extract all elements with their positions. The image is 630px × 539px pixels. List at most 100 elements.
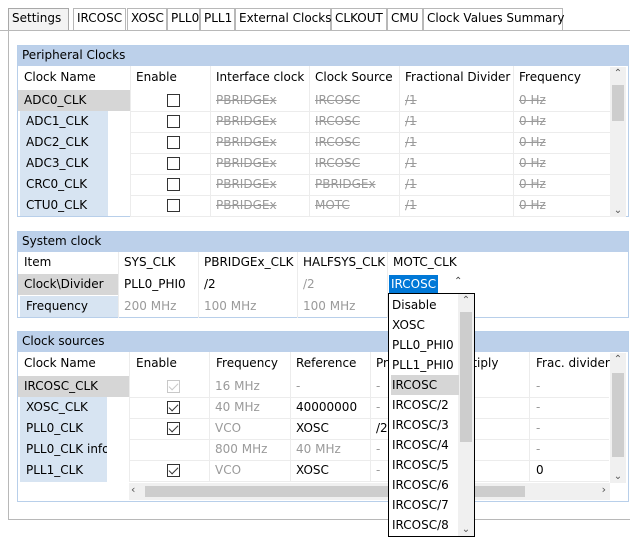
- tab-xosc[interactable]: XOSC: [127, 8, 167, 30]
- frequency-cell[interactable]: 0 Hz: [513, 195, 546, 216]
- dropdown-option[interactable]: Disable: [391, 295, 459, 315]
- clock-divider-cell[interactable]: /2: [198, 274, 216, 295]
- reference-cell[interactable]: 40 MHz: [290, 439, 341, 460]
- predivider-cell[interactable]: /2: [370, 418, 388, 439]
- enable-checkbox[interactable]: [167, 157, 180, 170]
- predivider-cell[interactable]: -: [370, 397, 380, 418]
- scroll-down-icon[interactable]: ⌄: [458, 524, 474, 535]
- reference-cell[interactable]: -: [290, 376, 300, 397]
- frequency-cell[interactable]: 0 Hz: [513, 153, 546, 174]
- clock-source-cell[interactable]: IRCOSC: [309, 111, 360, 132]
- enable-checkbox[interactable]: [167, 178, 180, 191]
- frac-divider-cell[interactable]: -: [530, 397, 540, 418]
- clock-name-cell[interactable]: CTU0_CLK: [20, 195, 108, 216]
- frac-divider-cell[interactable]: -: [530, 439, 540, 460]
- frequency-cell[interactable]: 0 Hz: [513, 90, 546, 111]
- interface-clock-cell[interactable]: PBRIDGEx: [210, 174, 277, 195]
- dropdown-option[interactable]: IRCOSC/2: [391, 395, 459, 415]
- scroll-thumb[interactable]: [612, 85, 624, 121]
- interface-clock-cell[interactable]: PBRIDGEx: [210, 195, 277, 216]
- dropdown-option[interactable]: PLL1_PHI0: [391, 355, 459, 375]
- clock-source-cell[interactable]: IRCOSC: [309, 132, 360, 153]
- dropdown-option[interactable]: IRCOSC/8: [391, 515, 459, 535]
- clock-source-cell[interactable]: MOTC: [309, 195, 350, 216]
- clock-source-cell[interactable]: IRCOSC: [309, 153, 360, 174]
- motc-clk-dropdown-list[interactable]: ⌃ ⌄ Disable XOSC PLL0_PHI0 PLL1_PHI0 IRCOSC I…: [388, 293, 475, 537]
- chevron-up-icon[interactable]: ⌃: [454, 276, 462, 287]
- frequency-cell[interactable]: 0 Hz: [513, 132, 546, 153]
- frac-divider-cell[interactable]: 0: [530, 460, 544, 481]
- fractional-divider-cell[interactable]: /1: [399, 132, 417, 153]
- vertical-scrollbar[interactable]: ⌃ ⌄: [610, 67, 626, 217]
- clock-name-cell[interactable]: PLL0_CLK info: [20, 439, 107, 460]
- clock-name-cell[interactable]: ADC2_CLK: [20, 132, 108, 153]
- frac-divider-cell[interactable]: -: [530, 376, 540, 397]
- scroll-up-icon[interactable]: ⌃: [610, 354, 626, 365]
- dropdown-option[interactable]: IRCOSC/3: [391, 415, 459, 435]
- clock-name-cell[interactable]: ADC3_CLK: [20, 153, 108, 174]
- tab-pll1[interactable]: PLL1: [200, 8, 235, 30]
- dropdown-option[interactable]: IRCOSC/5: [391, 455, 459, 475]
- clock-name-cell[interactable]: CRC0_CLK: [20, 174, 108, 195]
- scroll-down-icon[interactable]: ⌄: [610, 205, 626, 216]
- scroll-thumb[interactable]: [460, 312, 472, 442]
- fractional-divider-cell[interactable]: /1: [399, 195, 417, 216]
- scroll-up-icon[interactable]: ⌃: [610, 68, 626, 79]
- reference-cell[interactable]: XOSC: [290, 460, 329, 481]
- enable-checkbox[interactable]: [167, 94, 180, 107]
- clock-source-cell[interactable]: IRCOSC: [309, 90, 360, 111]
- tab-ircosc[interactable]: IRCOSC: [73, 8, 126, 30]
- fractional-divider-cell[interactable]: /1: [399, 174, 417, 195]
- clock-name-cell[interactable]: PLL1_CLK: [20, 460, 107, 481]
- tab-clock-values-summary[interactable]: Clock Values Summary: [423, 8, 564, 30]
- clock-divider-cell[interactable]: PLL0_PHI0: [118, 274, 186, 295]
- enable-checkbox[interactable]: [167, 136, 180, 149]
- scroll-right-icon[interactable]: ›: [602, 483, 606, 496]
- scroll-up-icon[interactable]: ⌃: [458, 295, 474, 306]
- tab-cmu[interactable]: CMU: [387, 8, 423, 30]
- enable-checkbox[interactable]: [167, 199, 180, 212]
- motc-clk-combo[interactable]: IRCOSC: [389, 275, 439, 293]
- vertical-scrollbar[interactable]: ⌃ ⌄: [458, 294, 474, 536]
- scroll-down-icon[interactable]: ⌄: [610, 471, 626, 482]
- frequency-cell[interactable]: 0 Hz: [513, 174, 546, 195]
- dropdown-option[interactable]: IRCOSC/7: [391, 495, 459, 515]
- frequency-cell[interactable]: 0 Hz: [513, 111, 546, 132]
- scroll-left-icon[interactable]: ‹: [131, 483, 135, 496]
- clock-divider-cell[interactable]: /2: [297, 274, 315, 295]
- frac-divider-cell[interactable]: -: [530, 418, 540, 439]
- clock-name-cell[interactable]: XOSC_CLK: [20, 397, 107, 418]
- interface-clock-cell[interactable]: PBRIDGEx: [210, 111, 277, 132]
- reference-cell[interactable]: 40000000: [290, 397, 357, 418]
- clock-name-cell[interactable]: ADC0_CLK: [18, 90, 130, 111]
- dropdown-option[interactable]: PLL0_PHI0: [391, 335, 459, 355]
- tab-clkout[interactable]: CLKOUT: [331, 8, 387, 30]
- reference-cell[interactable]: XOSC: [290, 418, 329, 439]
- dropdown-option[interactable]: XOSC: [391, 315, 459, 335]
- fractional-divider-cell[interactable]: /1: [399, 111, 417, 132]
- enable-checkbox[interactable]: [167, 401, 180, 414]
- predivider-cell[interactable]: -: [370, 460, 380, 481]
- enable-checkbox[interactable]: [167, 464, 180, 477]
- dropdown-option[interactable]: IRCOSC: [391, 375, 459, 395]
- horizontal-scrollbar[interactable]: ‹ ›: [129, 483, 610, 500]
- clock-source-cell[interactable]: PBRIDGEx: [309, 174, 376, 195]
- dropdown-option[interactable]: IRCOSC/4: [391, 435, 459, 455]
- tab-pll0[interactable]: PLL0: [167, 8, 200, 30]
- interface-clock-cell[interactable]: PBRIDGEx: [210, 153, 277, 174]
- predivider-cell[interactable]: -: [370, 376, 380, 397]
- interface-clock-cell[interactable]: PBRIDGEx: [210, 90, 277, 111]
- tab-external-clocks[interactable]: External Clocks: [235, 8, 331, 30]
- dropdown-option[interactable]: IRCOSC/6: [391, 475, 459, 495]
- clock-name-cell[interactable]: PLL0_CLK: [20, 418, 107, 439]
- clock-name-cell[interactable]: ADC1_CLK: [20, 111, 108, 132]
- enable-checkbox[interactable]: [167, 115, 180, 128]
- predivider-cell[interactable]: -: [370, 439, 380, 460]
- fractional-divider-cell[interactable]: /1: [399, 153, 417, 174]
- enable-checkbox[interactable]: [167, 422, 180, 435]
- vertical-scrollbar[interactable]: ⌃ ⌄: [610, 353, 626, 483]
- scroll-thumb[interactable]: [612, 373, 624, 457]
- clock-name-cell[interactable]: IRCOSC_CLK: [18, 376, 129, 397]
- tab-settings[interactable]: Settings: [8, 8, 69, 30]
- interface-clock-cell[interactable]: PBRIDGEx: [210, 132, 277, 153]
